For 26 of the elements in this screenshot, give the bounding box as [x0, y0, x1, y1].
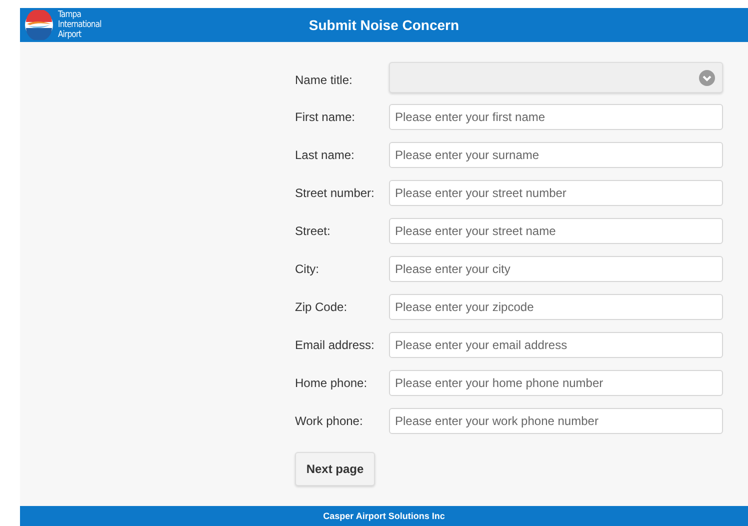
- footer-text: Casper Airport Solutions Inc: [323, 511, 445, 521]
- input-field[interactable]: Please enter your city: [389, 256, 723, 282]
- name-title-dropdown[interactable]: [389, 62, 723, 93]
- field-label: Home phone:: [295, 376, 368, 390]
- next-page-button[interactable]: Next page: [295, 452, 375, 486]
- input-field[interactable]: Please enter your zipcode: [389, 294, 723, 320]
- input-field[interactable]: Please enter your home phone number: [389, 370, 723, 396]
- field-label: Street number:: [295, 186, 376, 200]
- input-field[interactable]: Please enter your first name: [389, 104, 723, 130]
- field-label: Last name:: [295, 148, 356, 162]
- field-label: Street:: [295, 224, 332, 238]
- input-field[interactable]: Please enter your email address: [389, 332, 723, 358]
- input-field[interactable]: Please enter your surname: [389, 142, 723, 168]
- input-field[interactable]: Please enter your street number: [389, 180, 723, 206]
- field-label: Name title:: [295, 72, 354, 86]
- chevron-down-icon: [699, 70, 715, 86]
- field-label: Email address:: [295, 338, 376, 352]
- page-title: Submit Noise Concern: [308, 17, 460, 33]
- field-label: City:: [295, 262, 320, 276]
- input-field[interactable]: Please enter your work phone number: [389, 408, 723, 434]
- field-label: Work phone:: [295, 414, 364, 428]
- field-label: Zip Code:: [295, 300, 348, 314]
- input-field[interactable]: Please enter your street name: [389, 218, 723, 244]
- field-label: First name:: [295, 110, 356, 124]
- logo-text: Tampa International Airport: [58, 10, 102, 40]
- airport-logo-icon: [22, 10, 56, 40]
